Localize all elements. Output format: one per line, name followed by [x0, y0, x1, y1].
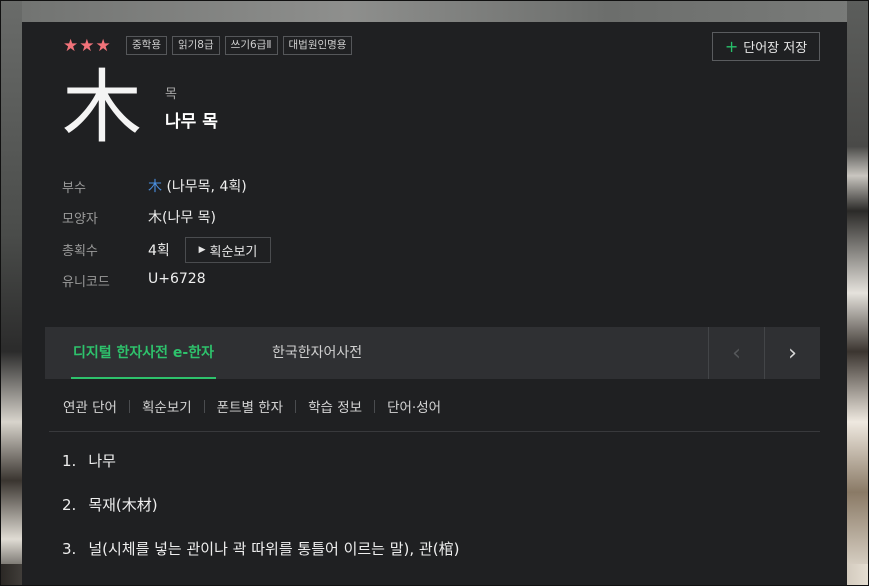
submenu-words-idioms[interactable]: 단어·성어: [387, 396, 441, 416]
tag-reading-grade: 읽기8급: [171, 36, 220, 55]
stroke-count-label: 총획수: [62, 244, 98, 259]
rating-stars: ★★★: [63, 36, 112, 56]
submenu-related-words[interactable]: 연관 단어: [63, 396, 117, 416]
radical-label: 부수: [62, 181, 86, 196]
dictionary-tabbar: 디지털 한자사전 e-한자 한국한자어사전 ‹ ›: [45, 327, 820, 379]
meaning-number: 1.: [62, 452, 77, 470]
meaning-item: 2. 목재(木材): [62, 494, 158, 515]
hanja-meaning-sound: 나무 목: [165, 112, 218, 132]
save-button-label: 단어장 저장: [743, 41, 808, 56]
unicode-value: U+6728: [148, 271, 206, 287]
submenu-separator: [128, 399, 130, 413]
submenu-font-hanja[interactable]: 폰트별 한자: [217, 396, 283, 416]
meaning-text: 목재(木材): [88, 496, 158, 514]
meaning-text: 널(시체를 넣는 관이나 곽 따위를 통틀어 이르는 말), 관(棺): [88, 540, 460, 558]
chevron-right-icon: ›: [788, 340, 797, 366]
tag-school-level: 중학용: [126, 36, 167, 55]
plus-icon: +: [724, 36, 739, 56]
tag-writing-grade: 쓰기6급Ⅱ: [224, 36, 278, 55]
tab-korean-hanja-word-dictionary[interactable]: 한국한자어사전: [272, 327, 362, 379]
play-icon: ▶: [198, 245, 206, 255]
meaning-number: 3.: [62, 540, 77, 558]
prev-tab-button[interactable]: ‹: [708, 327, 764, 379]
submenu-separator: [295, 399, 297, 413]
submenu-separator: [203, 399, 205, 413]
submenu-study-info[interactable]: 학습 정보: [308, 396, 362, 416]
radical-detail: (나무목, 4획): [162, 179, 247, 195]
radical-value: 木 (나무목, 4획): [148, 176, 247, 196]
background-right: [847, 0, 869, 586]
level-tags: 중학용 읽기8급 쓰기6급Ⅱ 대법원인명용: [126, 36, 353, 55]
submenu-separator: [374, 399, 376, 413]
hanja-sound: 목: [165, 87, 177, 102]
tag-name-use: 대법원인명용: [282, 36, 353, 55]
next-tab-button[interactable]: ›: [764, 327, 820, 379]
background-left: [0, 0, 22, 586]
meaning-item: 1. 나무: [62, 450, 116, 471]
save-to-wordbook-button[interactable]: + 단어장 저장: [712, 32, 820, 61]
unicode-label: 유니코드: [62, 275, 110, 290]
stroke-count-value: 4획: [148, 243, 170, 259]
submenu-stroke-order[interactable]: 획순보기: [142, 396, 192, 416]
shape-value: 木(나무 목): [148, 210, 217, 226]
meaning-number: 2.: [62, 496, 77, 514]
hanja-dictionary-panel: ★★★ 중학용 읽기8급 쓰기6급Ⅱ 대법원인명용 + 단어장 저장 木 목 나…: [22, 22, 847, 586]
tab-digital-hanja-dictionary[interactable]: 디지털 한자사전 e-한자: [71, 327, 216, 379]
shape-label: 모양자: [62, 212, 98, 227]
background-top: [0, 0, 869, 22]
hanja-character: 木: [62, 61, 142, 154]
radical-link[interactable]: 木: [148, 179, 162, 195]
stroke-order-button-label: 획순보기: [209, 244, 258, 260]
section-submenu: 연관 단어 획순보기 폰트별 한자 학습 정보 단어·성어: [63, 396, 441, 416]
meaning-item: 3. 널(시체를 넣는 관이나 곽 따위를 통틀어 이르는 말), 관(棺): [62, 538, 459, 559]
section-divider: [49, 431, 820, 432]
stroke-order-button[interactable]: ▶ 획순보기: [185, 237, 271, 263]
meaning-text: 나무: [88, 452, 116, 470]
chevron-left-icon: ‹: [732, 340, 741, 366]
